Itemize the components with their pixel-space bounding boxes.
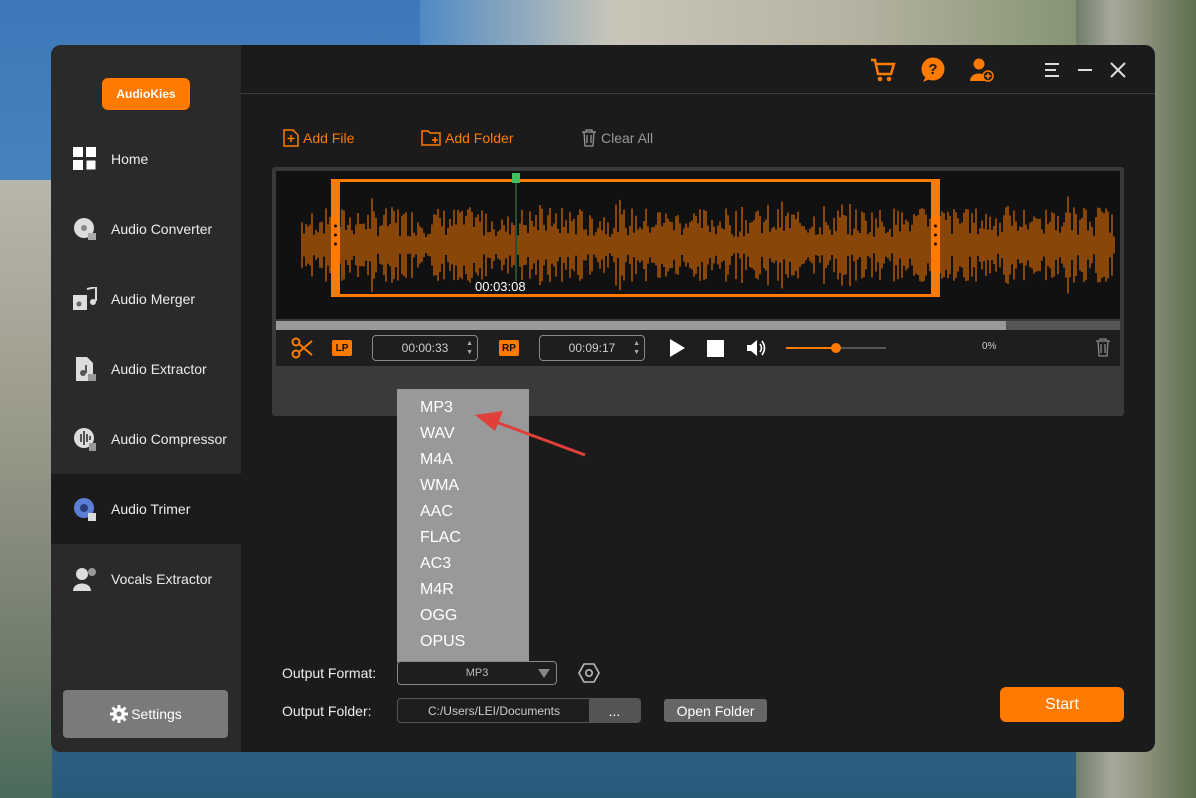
progress-fill [276, 321, 1007, 330]
trim-icon [74, 498, 96, 521]
play-icon[interactable] [668, 338, 686, 358]
sidebar-item-vocals-extractor[interactable]: Vocals Extractor [51, 544, 241, 614]
output-folder-value: C:/Users/LEI/Documents [427, 703, 561, 718]
start-button[interactable]: Start [1000, 687, 1124, 722]
open-folder-button[interactable]: Open Folder [664, 699, 767, 722]
format-option-opus[interactable]: OPUS [397, 629, 529, 655]
format-option-aac[interactable]: AAC [397, 499, 529, 525]
sidebar-item-home[interactable]: Home [51, 124, 241, 194]
sidebar-nav: Home Audio Converter Audio Merger Audio … [51, 124, 241, 614]
add-folder-label: Add Folder [445, 130, 514, 146]
sidebar-item-audio-extractor[interactable]: Audio Extractor [51, 334, 241, 404]
left-point-value: 00:00:33 [401, 341, 449, 355]
cart-icon[interactable] [870, 57, 896, 83]
left-point-input[interactable]: 00:00:33 ▲ ▼ [372, 335, 478, 361]
add-folder-icon [421, 130, 441, 146]
output-format-select[interactable]: MP3 [397, 661, 557, 685]
sidebar-item-audio-trimer[interactable]: Audio Trimer [51, 474, 241, 544]
menu-icon[interactable] [1039, 57, 1065, 83]
add-file-icon [283, 129, 299, 147]
sidebar-item-label: Audio Merger [111, 291, 196, 307]
format-option-wma[interactable]: WMA [397, 473, 529, 499]
format-option-flac[interactable]: FLAC [397, 525, 529, 551]
svg-text:?: ? [928, 61, 937, 78]
delete-icon[interactable] [1095, 338, 1111, 357]
wallpaper-cliff-left [0, 180, 52, 798]
stepper-arrows-icon[interactable]: ▲ ▼ [633, 339, 640, 357]
output-format-value: MP3 [465, 667, 489, 679]
sidebar-item-label: Home [111, 151, 149, 167]
volume-fill [786, 347, 836, 349]
chevron-down-icon [538, 669, 550, 678]
help-icon[interactable]: ? [920, 57, 946, 83]
app-window: AudioKies Home Audio Converter Audio Mer… [51, 45, 1155, 752]
settings-button[interactable]: Settings [63, 690, 228, 738]
sidebar-item-label: Audio Extractor [111, 361, 207, 377]
grid-icon [73, 147, 97, 171]
file-music-icon [76, 357, 96, 381]
trash-icon [582, 129, 596, 147]
browse-button[interactable]: ... [589, 699, 640, 722]
app-logo: AudioKies [102, 78, 190, 110]
add-folder-button[interactable]: Add Folder [421, 129, 513, 147]
sidebar-item-label: Audio Converter [111, 221, 213, 237]
sidebar: AudioKies Home Audio Converter Audio Mer… [51, 45, 241, 752]
add-file-label: Add File [303, 130, 355, 146]
left-trim-handle[interactable] [331, 179, 340, 297]
output-format-label: Output Format: [282, 665, 377, 681]
volume-slider[interactable] [786, 343, 886, 353]
right-point-input[interactable]: 00:09:17 ▲ ▼ [539, 335, 645, 361]
minimize-icon[interactable] [1072, 57, 1098, 83]
current-time: 00:03:08 [475, 279, 526, 294]
output-folder-field[interactable]: C:/Users/LEI/Documents... [397, 698, 641, 723]
gear-icon [110, 705, 129, 723]
format-settings-icon[interactable] [578, 662, 600, 684]
right-trim-handle[interactable] [931, 179, 940, 297]
format-option-ac3[interactable]: AC3 [397, 551, 529, 577]
output-folder-label: Output Folder: [282, 703, 372, 719]
sidebar-item-label: Audio Compressor [111, 431, 227, 447]
playhead[interactable] [276, 171, 1120, 319]
music-merge-icon [73, 287, 97, 310]
user-voice-icon [73, 568, 96, 591]
sidebar-item-audio-compressor[interactable]: Audio Compressor [51, 404, 241, 474]
header-divider [241, 93, 1155, 94]
sidebar-item-label: Audio Trimer [111, 501, 191, 517]
progress-percent: 0% [982, 341, 997, 352]
volume-icon[interactable] [746, 338, 768, 358]
volume-knob[interactable] [831, 343, 841, 353]
trim-panel: 00:03:08 LP 00:00:33 ▲ ▼ RP 00:09:17 ▲ ▼ 0% [272, 167, 1124, 416]
sidebar-item-audio-converter[interactable]: Audio Converter [51, 194, 241, 264]
settings-label: Settings [131, 706, 182, 722]
lp-badge[interactable]: LP [332, 340, 352, 356]
add-file-button[interactable]: Add File [283, 129, 354, 147]
progress-bar[interactable] [276, 321, 1120, 330]
sidebar-item-label: Vocals Extractor [111, 571, 213, 587]
close-icon[interactable] [1105, 57, 1131, 83]
format-option-ogg[interactable]: OGG [397, 603, 529, 629]
player-controls: LP 00:00:33 ▲ ▼ RP 00:09:17 ▲ ▼ 0% [276, 330, 1120, 366]
waveform-area[interactable]: 00:03:08 [276, 171, 1120, 319]
stop-icon[interactable] [707, 340, 724, 357]
scissors-icon[interactable] [291, 337, 313, 359]
red-arrow-annotation [475, 411, 586, 457]
disc-icon [74, 218, 96, 240]
rp-badge[interactable]: RP [499, 340, 519, 356]
clear-all-button[interactable]: Clear All [581, 129, 653, 147]
compress-icon [74, 428, 96, 451]
stepper-arrows-icon[interactable]: ▲ ▼ [466, 339, 473, 357]
add-user-icon[interactable] [969, 57, 995, 83]
sidebar-item-audio-merger[interactable]: Audio Merger [51, 264, 241, 334]
format-option-m4r[interactable]: M4R [397, 577, 529, 603]
right-point-value: 00:09:17 [568, 341, 616, 355]
clear-all-label: Clear All [601, 130, 654, 146]
